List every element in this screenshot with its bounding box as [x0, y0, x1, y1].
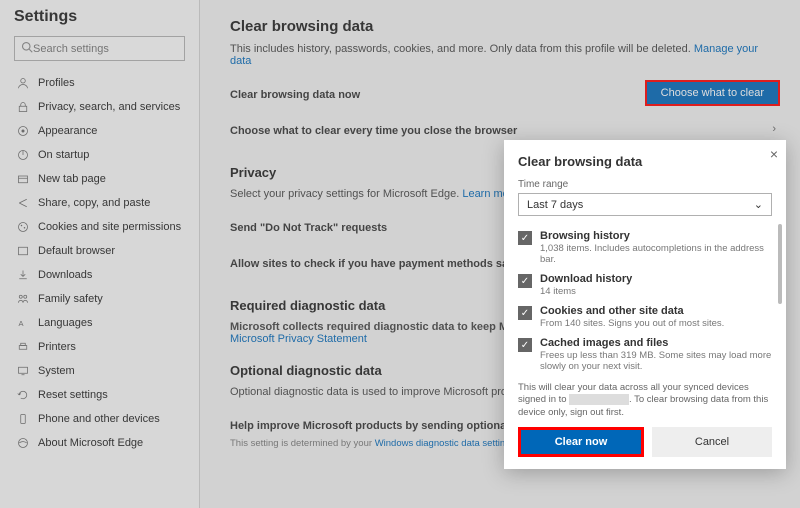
clear-now-label: Clear browsing data now [230, 89, 360, 101]
dialog-title: Clear browsing data [518, 154, 772, 169]
clear-now-button[interactable]: Clear now [518, 427, 644, 457]
settings-title: Settings [14, 8, 185, 26]
search-icon [21, 41, 33, 56]
nav-startup[interactable]: On startup [14, 143, 185, 167]
checkbox-icon[interactable] [518, 306, 532, 320]
sign-out-link[interactable]: sign out first [570, 407, 621, 418]
nav-languages[interactable]: ALanguages [14, 311, 185, 335]
nav-share[interactable]: Share, copy, and paste [14, 191, 185, 215]
privacy-statement-link[interactable]: Microsoft Privacy Statement [230, 333, 367, 345]
browser-icon [16, 244, 30, 258]
scrollbar[interactable] [778, 224, 782, 304]
nav-phone[interactable]: Phone and other devices [14, 407, 185, 431]
system-icon [16, 364, 30, 378]
check-download-history[interactable]: Download history14 items [518, 269, 772, 301]
checkbox-icon[interactable] [518, 274, 532, 288]
nav-cookies[interactable]: Cookies and site permissions [14, 215, 185, 239]
chevron-down-icon: ⌄ [754, 198, 763, 211]
nav-system[interactable]: System [14, 359, 185, 383]
nav-printers[interactable]: Printers [14, 335, 185, 359]
nav-downloads[interactable]: Downloads [14, 263, 185, 287]
appearance-icon [16, 124, 30, 138]
check-browsing-history[interactable]: Browsing history1,038 items. Includes au… [518, 226, 772, 269]
clear-data-heading: Clear browsing data [230, 18, 780, 35]
reset-icon [16, 388, 30, 402]
chevron-right-icon[interactable]: › [772, 123, 780, 135]
choose-what-to-clear-button[interactable]: Choose what to clear [645, 80, 780, 106]
cookie-icon [16, 220, 30, 234]
time-range-label: Time range [518, 179, 772, 190]
profile-icon [16, 76, 30, 90]
printer-icon [16, 340, 30, 354]
cancel-button[interactable]: Cancel [652, 427, 772, 457]
checkbox-icon[interactable] [518, 231, 532, 245]
nav-newtab[interactable]: New tab page [14, 167, 185, 191]
nav-privacy[interactable]: Privacy, search, and services [14, 95, 185, 119]
clear-on-close-label: Choose what to clear every time you clos… [230, 125, 517, 137]
close-icon[interactable]: × [770, 146, 778, 162]
check-cookies[interactable]: Cookies and other site dataFrom 140 site… [518, 301, 772, 333]
family-icon [16, 292, 30, 306]
windows-diag-link[interactable]: Windows diagnostic data setting [375, 438, 511, 449]
check-cache[interactable]: Cached images and filesFrees up less tha… [518, 333, 772, 376]
nav-reset[interactable]: Reset settings [14, 383, 185, 407]
checkbox-icon[interactable] [518, 338, 532, 352]
clear-browsing-data-dialog: × Clear browsing data Time range Last 7 … [504, 140, 786, 469]
search-input[interactable] [33, 43, 178, 55]
tab-icon [16, 172, 30, 186]
nav-profiles[interactable]: Profiles [14, 71, 185, 95]
sync-note: This will clear your data across all you… [518, 382, 772, 419]
share-icon [16, 196, 30, 210]
power-icon [16, 148, 30, 162]
nav-appearance[interactable]: Appearance [14, 119, 185, 143]
nav-default-browser[interactable]: Default browser [14, 239, 185, 263]
time-range-select[interactable]: Last 7 days ⌄ [518, 193, 772, 216]
payment-label: Allow sites to check if you have payment… [230, 258, 527, 270]
phone-icon [16, 412, 30, 426]
clear-data-desc: This includes history, passwords, cookie… [230, 43, 780, 67]
nav-family[interactable]: Family safety [14, 287, 185, 311]
lock-icon [16, 100, 30, 114]
svg-text:A: A [19, 319, 24, 328]
settings-sidebar: Settings Profiles Privacy, search, and s… [0, 0, 200, 508]
dnt-label: Send "Do Not Track" requests [230, 222, 387, 234]
language-icon: A [16, 316, 30, 330]
nav-about[interactable]: About Microsoft Edge [14, 431, 185, 455]
download-icon [16, 268, 30, 282]
search-box[interactable] [14, 36, 185, 61]
edge-icon [16, 436, 30, 450]
